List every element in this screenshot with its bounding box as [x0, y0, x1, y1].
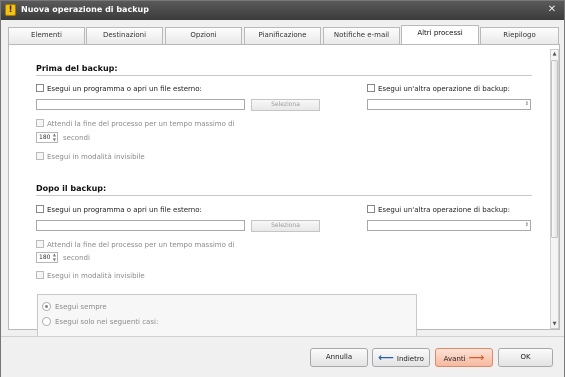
scroll-thumb[interactable]: [551, 60, 558, 238]
radio-run-always-label: Esegui sempre: [55, 303, 107, 311]
after-invisible-checkbox[interactable]: [36, 271, 44, 279]
after-other-backup-checkbox[interactable]: [367, 205, 375, 213]
close-icon[interactable]: ✕: [546, 4, 558, 16]
tab-elementi[interactable]: Elementi: [8, 27, 85, 44]
after-other-backup-label: Esegui un'altra operazione di backup:: [378, 206, 510, 214]
backup-wizard-window: ! Nuova operazione di backup ✕ Elementi …: [0, 0, 565, 377]
before-run-program-checkbox[interactable]: [36, 84, 44, 92]
before-wait-checkbox[interactable]: [36, 119, 44, 127]
after-wait-label: Attendi la fine del processo per un temp…: [47, 241, 235, 249]
scroll-up-icon[interactable]: ▲: [551, 50, 558, 58]
next-button-label: Avanti: [443, 355, 466, 363]
after-select-button[interactable]: Seleziona: [251, 220, 320, 232]
content-scrollbar[interactable]: ▲ ▼: [550, 49, 559, 329]
before-wait-label: Attendi la fine del processo per un temp…: [47, 120, 235, 128]
after-program-input[interactable]: [36, 220, 245, 231]
after-backup-title: Dopo il backup:: [36, 184, 107, 193]
radio-run-always[interactable]: [42, 302, 51, 311]
after-run-program-label: Esegui un programma o apri un file ester…: [47, 206, 202, 214]
tab-riepilogo[interactable]: Riepilogo: [480, 27, 559, 44]
arrow-right-icon: ⟶: [468, 351, 485, 364]
spinner-arrows-icon: ▲ ▼: [52, 252, 56, 262]
tab-altri-processi[interactable]: Altri processi: [401, 25, 479, 45]
window-title: Nuova operazione di backup: [21, 5, 149, 14]
app-logo-icon: !: [5, 4, 16, 16]
after-invisible-label: Esegui in modalità invisibile: [47, 272, 145, 280]
scroll-down-icon[interactable]: ▼: [551, 320, 558, 328]
cancel-button[interactable]: Annulla: [310, 348, 368, 367]
before-invisible-checkbox[interactable]: [36, 152, 44, 160]
after-seconds-label: secondi: [63, 254, 90, 262]
tab-destinazioni[interactable]: Destinazioni: [86, 27, 163, 44]
chevron-up-down-icon: ⇕: [524, 222, 529, 228]
before-run-program-label: Esegui un programma o apri un file ester…: [47, 85, 202, 93]
after-wait-checkbox[interactable]: [36, 240, 44, 248]
spinner-arrows-icon: ▲ ▼: [52, 132, 56, 142]
chevron-up-down-icon: ⇕: [524, 101, 529, 107]
before-divider: [36, 75, 532, 76]
before-seconds-label: secondi: [63, 134, 90, 142]
before-wait-value: 180: [39, 134, 51, 141]
radio-run-in-cases[interactable]: [42, 317, 51, 326]
footer-divider: [1, 336, 564, 337]
before-other-backup-label: Esegui un'altra operazione di backup:: [378, 85, 510, 93]
back-button-label: Indietro: [396, 355, 424, 363]
ok-button[interactable]: OK: [498, 348, 553, 367]
tab-bar: Elementi Destinazioni Opzioni Pianificaz…: [8, 25, 560, 45]
title-bar[interactable]: ! Nuova operazione di backup ✕: [1, 1, 564, 20]
after-other-backup-select[interactable]: ⇕: [367, 220, 531, 231]
tab-opzioni[interactable]: Opzioni: [165, 27, 242, 44]
before-other-backup-checkbox[interactable]: [367, 84, 375, 92]
before-select-button[interactable]: Seleziona: [251, 99, 320, 111]
after-wait-value: 180: [39, 254, 51, 261]
radio-run-in-cases-label: Esegui solo nei seguenti casi:: [55, 318, 159, 326]
after-divider: [36, 195, 532, 196]
arrow-left-icon: ⟵: [378, 351, 394, 364]
before-program-input[interactable]: [36, 99, 245, 110]
after-run-program-checkbox[interactable]: [36, 205, 44, 213]
before-wait-seconds-stepper[interactable]: 180 ▲ ▼: [36, 132, 58, 143]
before-invisible-label: Esegui in modalità invisibile: [47, 153, 145, 161]
after-wait-seconds-stepper[interactable]: 180 ▲ ▼: [36, 252, 58, 263]
before-other-backup-select[interactable]: ⇕: [367, 99, 531, 110]
tab-notifiche-email[interactable]: Notifiche e-mail: [323, 27, 400, 44]
before-backup-title: Prima del backup:: [36, 64, 118, 73]
tab-pianificazione[interactable]: Pianificazione: [244, 27, 321, 44]
back-button[interactable]: ⟵ Indietro: [372, 348, 430, 367]
next-button[interactable]: Avanti ⟶: [435, 348, 493, 367]
